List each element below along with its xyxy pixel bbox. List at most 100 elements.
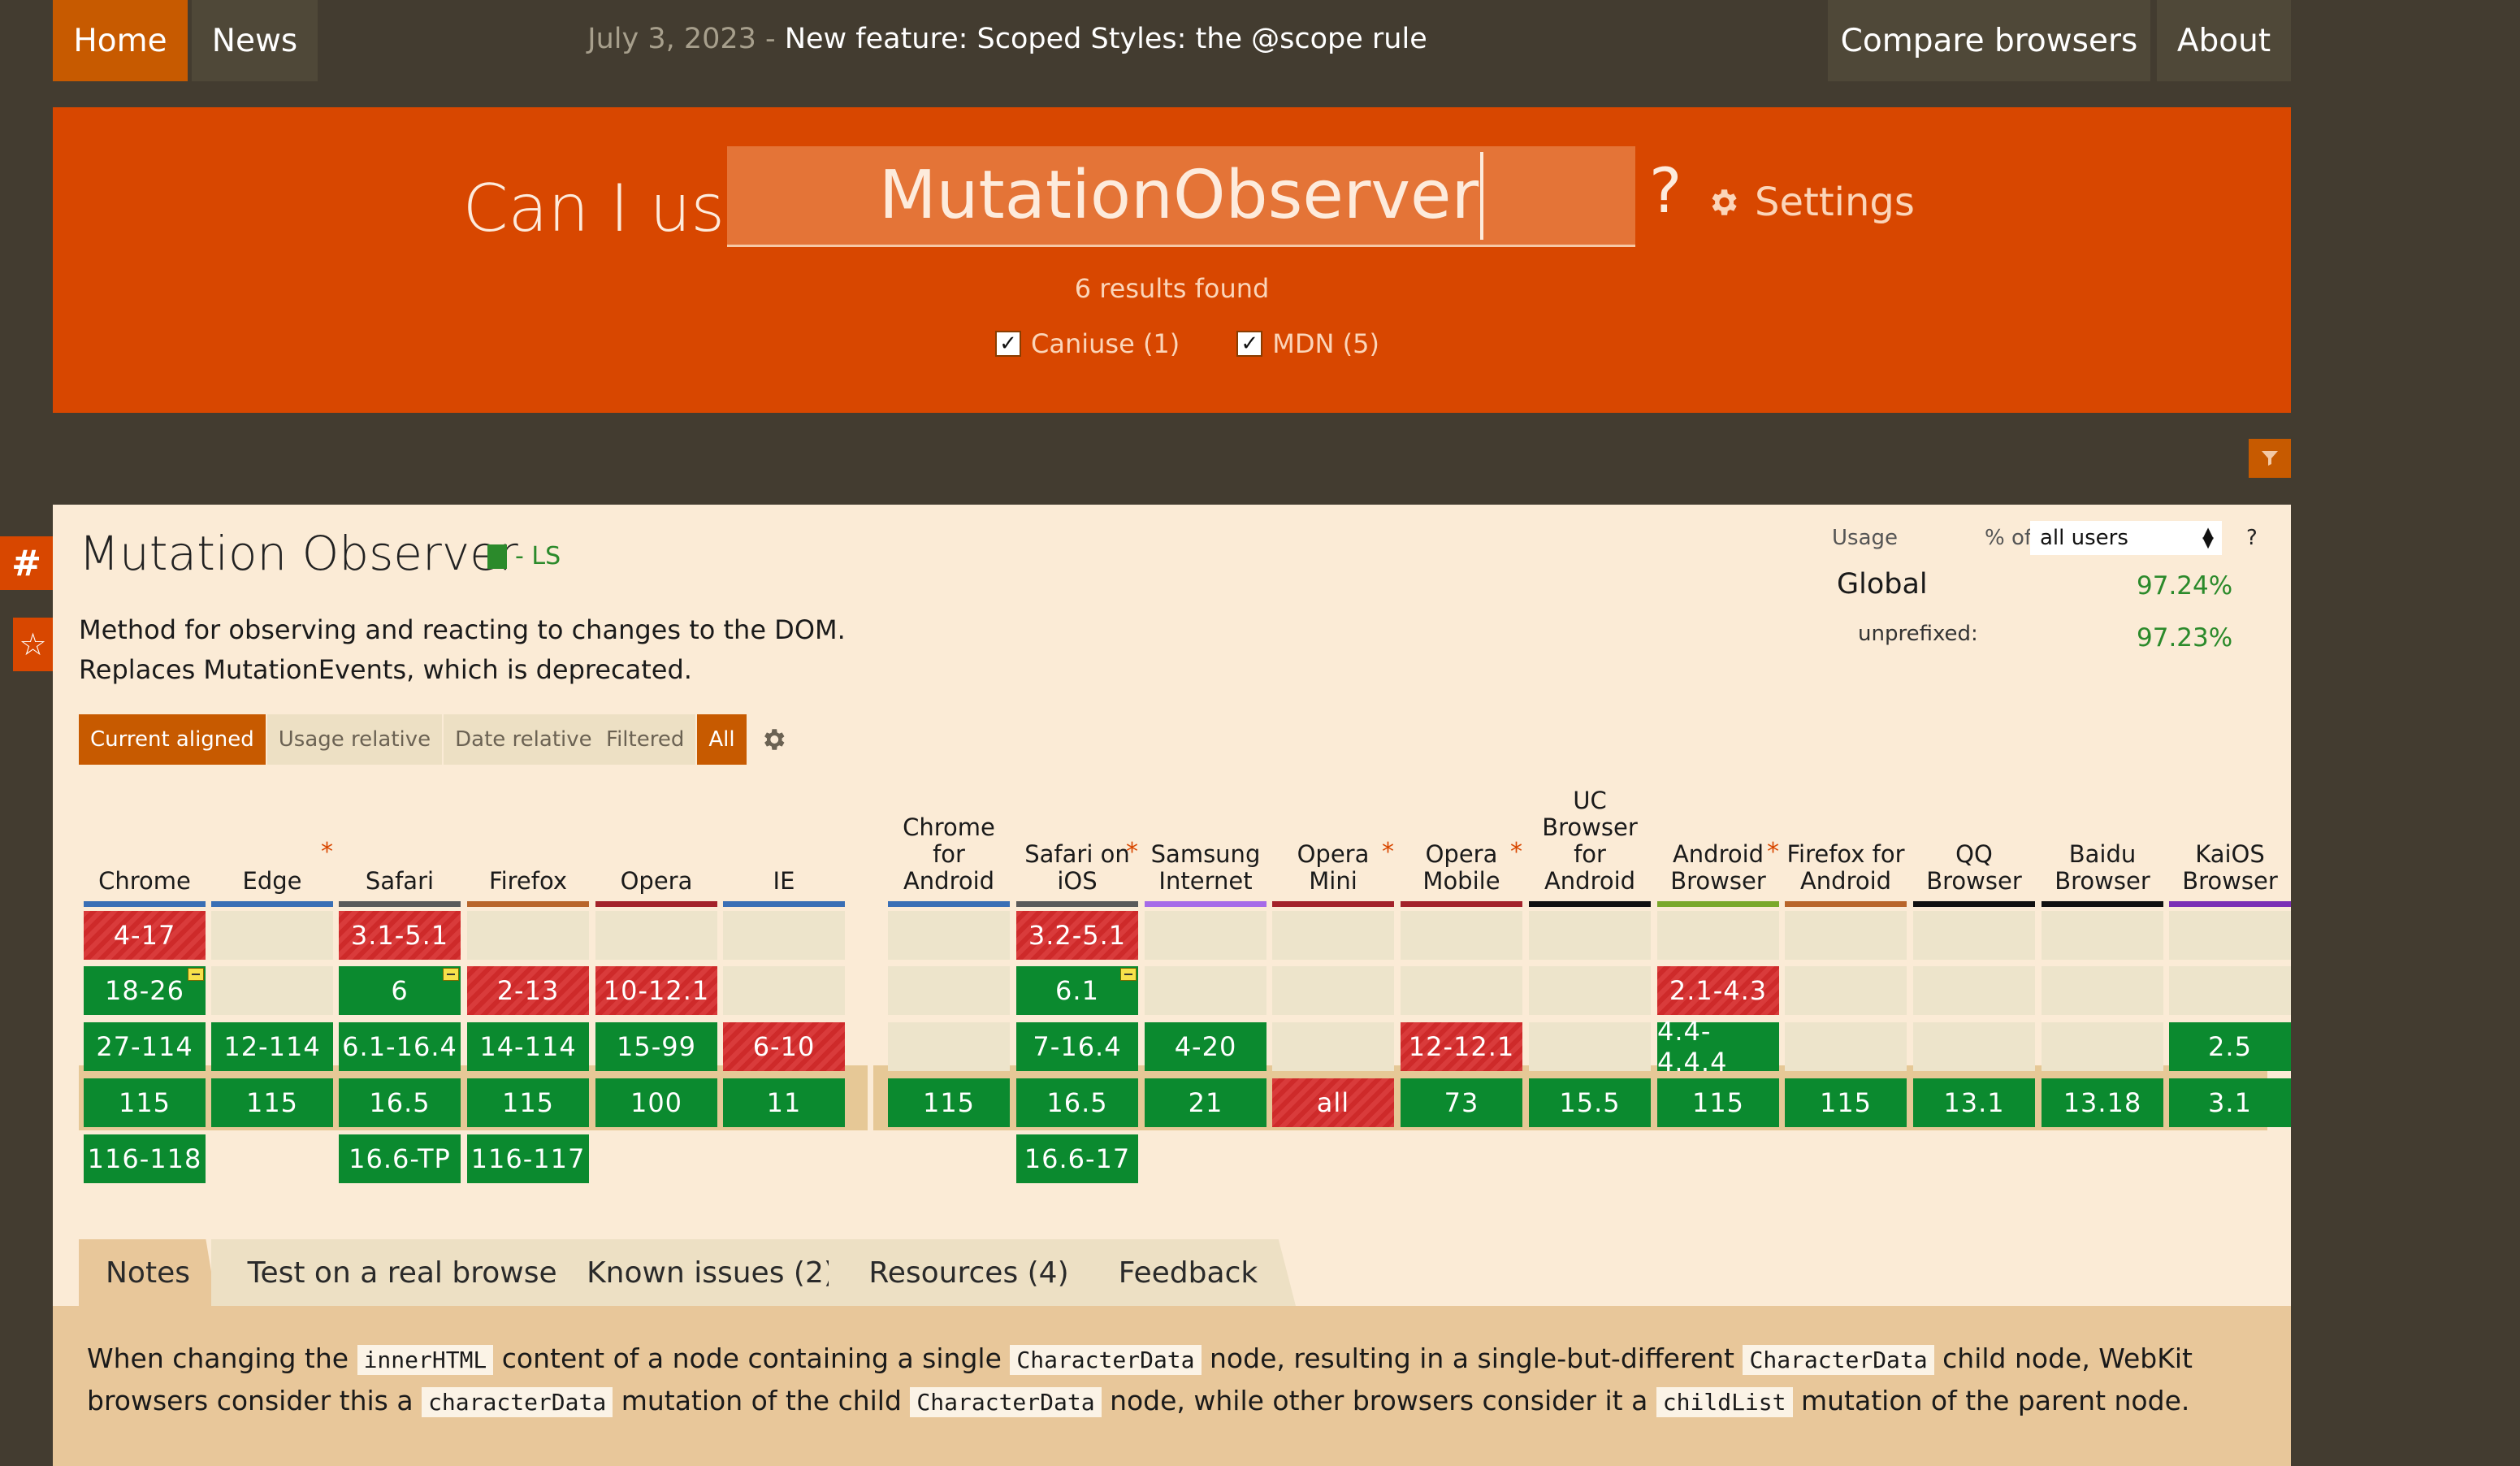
support-cell-firefox[interactable]: 115 xyxy=(467,1078,589,1127)
support-cell-safari[interactable]: 16.6-TP xyxy=(339,1134,461,1183)
support-cell-edge[interactable]: 12-114 xyxy=(211,1022,333,1071)
tab-usage-relative[interactable]: Usage relative xyxy=(266,714,444,765)
text-caret xyxy=(1480,151,1484,240)
support-cell-empty xyxy=(2169,966,2291,1015)
gear-icon[interactable] xyxy=(760,726,787,753)
filter-mdn-label: MDN (5) xyxy=(1272,328,1379,359)
support-cell-firefox[interactable]: 14-114 xyxy=(467,1022,589,1071)
support-cell-empty xyxy=(1529,911,1651,960)
browser-color-bar xyxy=(1657,901,1779,907)
support-cell-safari-on-ios[interactable]: 3.2-5.1 xyxy=(1016,911,1138,960)
filter-toggle-button[interactable] xyxy=(2249,439,2291,478)
spec-status[interactable]: - LS xyxy=(487,542,561,570)
note-asterisk: * xyxy=(321,838,333,866)
support-cell-chrome[interactable]: 115 xyxy=(84,1078,206,1127)
support-cell-chrome[interactable]: 4-17 xyxy=(84,911,206,960)
support-cell-safari-on-ios[interactable]: 16.6-17 xyxy=(1016,1134,1138,1183)
support-cell-empty xyxy=(888,1022,1010,1071)
checkbox-checked-icon[interactable]: ✓ xyxy=(995,331,1021,357)
support-cell-empty xyxy=(1401,911,1522,960)
tab-notes[interactable]: Notes xyxy=(79,1239,217,1306)
announcement[interactable]: July 3, 2023 - New feature: Scoped Style… xyxy=(317,0,1698,78)
support-cell-safari[interactable]: 16.5 xyxy=(339,1078,461,1127)
settings-button[interactable]: Settings xyxy=(1706,174,1915,231)
support-cell-safari-on-ios[interactable]: 6.1 xyxy=(1016,966,1138,1015)
support-cell-safari-on-ios[interactable]: 7-16.4 xyxy=(1016,1022,1138,1071)
tab-feedback[interactable]: Feedback xyxy=(1080,1239,1296,1306)
support-cell-opera-mini[interactable]: all xyxy=(1272,1078,1394,1127)
tab-filtered[interactable]: Filtered xyxy=(595,714,698,765)
support-cell-chrome[interactable]: 116-118 xyxy=(84,1134,206,1183)
support-cell-opera[interactable]: 10-12.1 xyxy=(595,966,717,1015)
support-cell-kaios-browser[interactable]: 3.1 xyxy=(2169,1078,2291,1127)
browser-color-bar xyxy=(2169,901,2291,907)
support-cell-firefox-for-android[interactable]: 115 xyxy=(1785,1078,1907,1127)
star-icon[interactable]: ☆ xyxy=(13,618,53,671)
browser-color-bar xyxy=(339,901,461,907)
view-mode-tabs: Current aligned Usage relative Date rela… xyxy=(79,714,605,765)
nav-about[interactable]: About xyxy=(2157,0,2291,81)
support-cell-chrome[interactable]: 18-26 xyxy=(84,966,206,1015)
nav-news[interactable]: News xyxy=(192,0,318,81)
tab-resources[interactable]: Resources (4) xyxy=(829,1239,1109,1306)
notes-text: node, resulting in a single-but-differen… xyxy=(1201,1342,1743,1374)
support-cell-opera-mobile[interactable]: 12-12.1 xyxy=(1401,1022,1522,1071)
browser-color-bar xyxy=(723,901,845,907)
browser-header-opera-mini: Opera Mini xyxy=(1297,840,1370,895)
usage-select-value: all users xyxy=(2040,526,2128,550)
usage-users-select[interactable]: all users ▲ ▼ xyxy=(2030,521,2222,555)
filter-mdn[interactable]: ✓ MDN (5) xyxy=(1236,328,1379,359)
support-cell-android-browser[interactable]: 4.4-4.4.4 xyxy=(1657,1016,1779,1078)
support-cell-ie[interactable]: 11 xyxy=(723,1078,845,1127)
support-cell-uc-browser-for-android[interactable]: 15.5 xyxy=(1529,1078,1651,1127)
support-cell-firefox[interactable]: 2-13 xyxy=(467,966,589,1015)
search-input[interactable]: MutationObserver xyxy=(727,146,1635,247)
tab-all[interactable]: All xyxy=(697,714,748,765)
results-count: 6 results found xyxy=(1074,273,1270,304)
support-cell-safari[interactable]: 3.1-5.1 xyxy=(339,911,461,960)
support-cell-safari[interactable]: 6 xyxy=(339,966,461,1015)
support-cell-empty xyxy=(467,911,589,960)
filter-caniuse[interactable]: ✓ Caniuse (1) xyxy=(995,328,1180,359)
nav-compare-browsers[interactable]: Compare browsers xyxy=(1828,0,2150,81)
permalink-hash-button[interactable]: # xyxy=(0,536,53,590)
support-cell-android-browser[interactable]: 115 xyxy=(1657,1078,1779,1127)
global-usage-value: 97.24% xyxy=(2137,571,2233,601)
support-cell-chrome-for-android[interactable]: 115 xyxy=(888,1078,1010,1127)
browser-color-bar xyxy=(1913,901,2035,907)
support-cell-opera[interactable]: 15-99 xyxy=(595,1022,717,1071)
browser-header-opera-mobile: Opera Mobile xyxy=(1422,840,1500,895)
support-cell-baidu-browser[interactable]: 13.18 xyxy=(2042,1078,2163,1127)
browser-color-bar xyxy=(1529,901,1651,907)
tab-current-aligned[interactable]: Current aligned xyxy=(79,714,267,765)
support-cell-chrome[interactable]: 27-114 xyxy=(84,1022,206,1071)
search-question-mark: ? xyxy=(1649,154,1682,227)
support-cell-safari-on-ios[interactable]: 16.5 xyxy=(1016,1078,1138,1127)
support-cell-firefox[interactable]: 116-117 xyxy=(467,1134,589,1183)
support-cell-ie[interactable]: 6-10 xyxy=(723,1022,845,1071)
support-cell-samsung-internet[interactable]: 4-20 xyxy=(1145,1022,1266,1071)
feature-panel: Mutation Observer - LS Method for observ… xyxy=(53,505,2291,1466)
support-cell-empty xyxy=(1657,911,1779,960)
support-cell-safari[interactable]: 6.1-16.4 xyxy=(339,1022,461,1071)
support-cell-empty xyxy=(1529,1022,1651,1071)
support-cell-qq-browser[interactable]: 13.1 xyxy=(1913,1078,2035,1127)
support-cell-edge[interactable]: 115 xyxy=(211,1078,333,1127)
support-cell-android-browser[interactable]: 2.1-4.3 xyxy=(1657,966,1779,1015)
browser-color-bar xyxy=(1401,901,1522,907)
notes-text: When changing the xyxy=(87,1342,357,1374)
usage-help-icon[interactable]: ? xyxy=(2246,526,2258,550)
nav-home[interactable]: Home xyxy=(53,0,188,81)
announcement-text[interactable]: New feature: Scoped Styles: the @scope r… xyxy=(785,23,1427,55)
checkbox-checked-icon[interactable]: ✓ xyxy=(1236,331,1263,357)
support-cell-kaios-browser[interactable]: 2.5 xyxy=(2169,1022,2291,1071)
tab-date-relative[interactable]: Date relative xyxy=(444,714,605,765)
tab-known-issues[interactable]: Known issues (2) xyxy=(556,1239,865,1306)
browser-header-android-browser: Android Browser xyxy=(1670,840,1766,895)
support-cell-empty xyxy=(1145,966,1266,1015)
notes-text: node, while other browsers consider it a xyxy=(1101,1385,1656,1416)
support-cell-opera[interactable]: 100 xyxy=(595,1078,717,1127)
support-cell-opera-mobile[interactable]: 73 xyxy=(1401,1078,1522,1127)
tab-test-real-browser[interactable]: Test on a real browser xyxy=(211,1239,605,1306)
support-cell-samsung-internet[interactable]: 21 xyxy=(1145,1078,1266,1127)
